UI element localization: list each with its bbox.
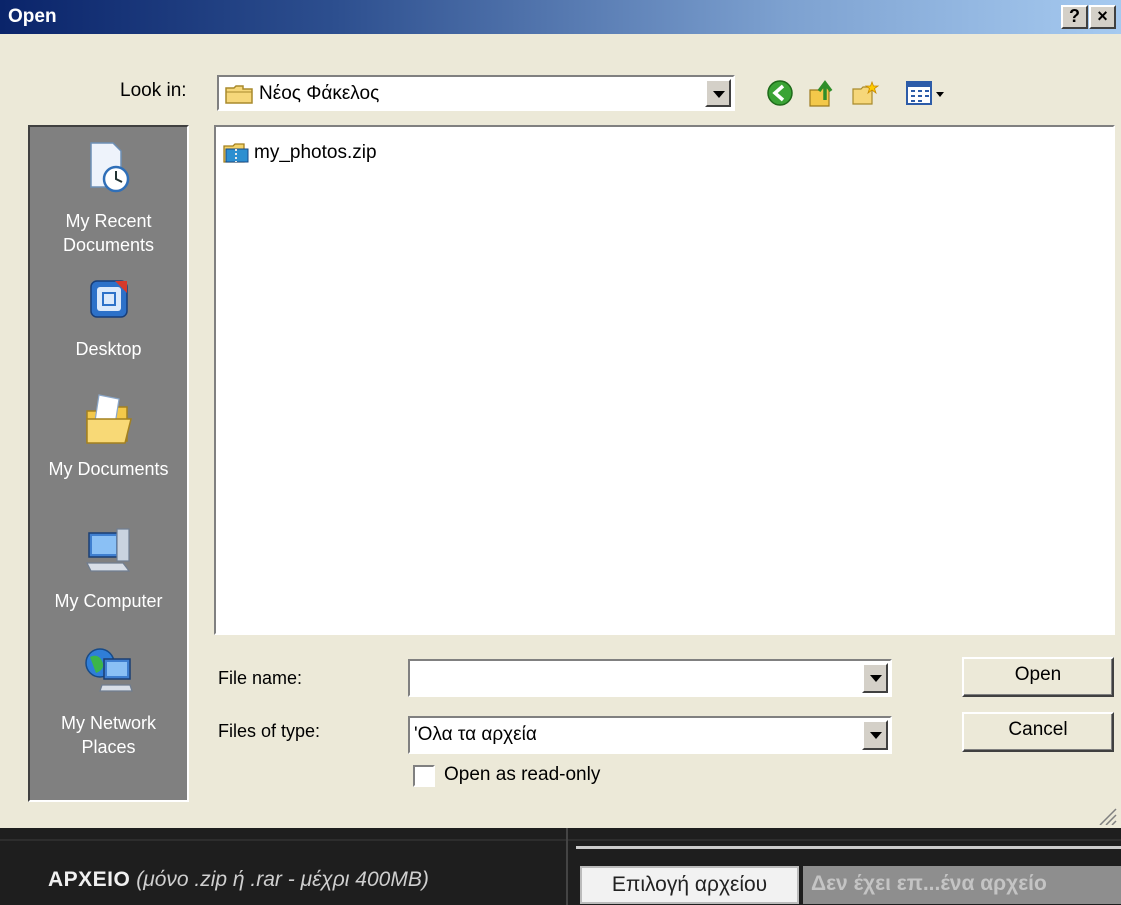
divider — [576, 846, 1121, 849]
file-name-label: File name: — [218, 668, 303, 688]
view-menu-icon[interactable] — [905, 78, 947, 108]
open-button[interactable]: Open — [962, 657, 1114, 697]
place-desktop[interactable]: Desktop — [30, 275, 187, 361]
chevron-down-icon[interactable] — [862, 720, 888, 750]
chevron-down-icon[interactable] — [705, 79, 731, 107]
file-name: my_photos.zip — [254, 142, 377, 163]
read-only-label[interactable]: Open as read-only — [444, 764, 600, 786]
list-item[interactable]: my_photos.zip — [222, 139, 377, 167]
look-in-dropdown[interactable]: Νέος Φάκελος — [217, 75, 735, 111]
my-computer-icon — [85, 528, 130, 572]
upload-field-strip: ΑΡΧΕΙΟ (μόνο .zip ή .rar - μέχρι 400MB) … — [0, 828, 1121, 905]
read-only-checkbox[interactable] — [413, 765, 435, 787]
file-type-label: Files of type: — [218, 721, 321, 741]
network-places-icon — [84, 648, 133, 692]
dialog-title: Open — [8, 6, 57, 27]
upload-field-hint: (μόνο .zip ή .rar - μέχρι 400MB) — [136, 868, 429, 891]
up-folder-icon[interactable] — [807, 78, 837, 108]
file-name-input[interactable] — [408, 659, 892, 697]
file-type-value: 'Ολα τα αρχεία — [414, 724, 537, 745]
zip-folder-icon — [223, 143, 249, 163]
chevron-down-icon[interactable] — [862, 663, 888, 693]
place-my-documents[interactable]: My Documents — [30, 389, 187, 481]
upload-field-title: ΑΡΧΕΙΟ — [48, 868, 131, 891]
look-in-label: Look in: — [120, 80, 187, 101]
my-documents-icon — [85, 394, 132, 444]
look-in-value: Νέος Φάκελος — [259, 83, 380, 104]
place-my-network-places[interactable]: My Network Places — [30, 643, 187, 759]
places-bar: My Recent Documents Desktop My Documents — [28, 125, 189, 802]
place-my-recent-documents[interactable]: My Recent Documents — [30, 139, 187, 257]
no-file-status: Δεν έχει επ...ένα αρχείο — [803, 866, 1121, 904]
place-label: My Recent Documents — [62, 211, 155, 255]
close-button[interactable]: × — [1089, 5, 1116, 29]
desktop-icon — [89, 280, 128, 318]
file-type-select[interactable]: 'Ολα τα αρχεία — [408, 716, 892, 754]
open-dialog: Open ? × Look in: Νέος Φάκελος My Recent… — [0, 0, 1121, 828]
choose-file-button[interactable]: Επιλογή αρχείου — [580, 866, 799, 904]
place-my-computer[interactable]: My Computer — [30, 525, 187, 613]
place-label: My Network Places — [60, 713, 156, 757]
divider — [566, 828, 568, 905]
resize-grip-icon[interactable] — [1095, 805, 1117, 825]
title-bar[interactable]: Open ? × — [0, 0, 1121, 34]
place-label: My Computer — [54, 591, 163, 611]
cancel-button[interactable]: Cancel — [962, 712, 1114, 752]
folder-icon — [225, 85, 253, 104]
file-list[interactable]: my_photos.zip — [214, 125, 1115, 635]
place-label: My Documents — [48, 459, 169, 479]
back-icon[interactable] — [765, 78, 795, 108]
new-folder-icon[interactable] — [850, 78, 880, 108]
divider — [0, 839, 1121, 841]
help-button[interactable]: ? — [1061, 5, 1088, 29]
place-label: Desktop — [75, 339, 142, 359]
recent-documents-icon — [89, 142, 129, 193]
upload-field-label: ΑΡΧΕΙΟ (μόνο .zip ή .rar - μέχρι 400MB) — [48, 868, 429, 892]
